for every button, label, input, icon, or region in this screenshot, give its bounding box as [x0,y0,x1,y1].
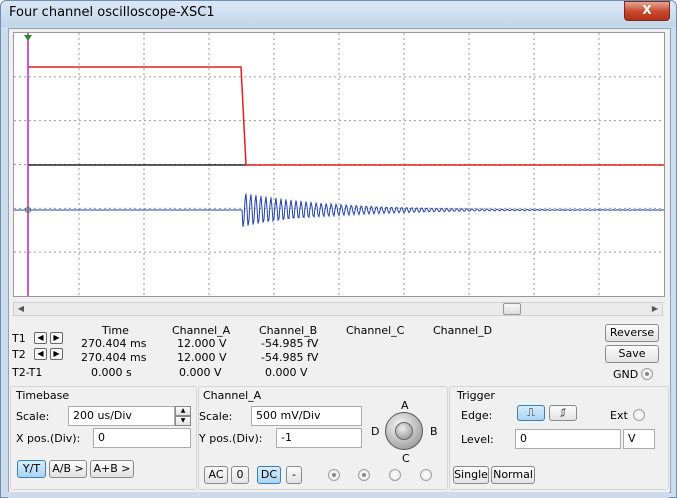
channel-radio-4[interactable] [420,469,432,481]
gnd-radio[interactable] [641,368,653,380]
t1-channel-b: -54.985 fV [261,337,319,350]
gnd-label: GND [613,368,639,381]
channel-ypos-input[interactable]: -1 [276,428,362,448]
trigger-edge-label: Edge: [461,409,493,422]
t2-right-icon[interactable]: ▶ [50,348,63,360]
cursor-readout: T1 ◀ ▶ T2 ◀ ▶ T2-T1 Time Channel_A Chann… [9,321,670,383]
reverse-button[interactable]: Reverse [605,324,659,342]
trigger-level-label: Level: [461,433,494,446]
t2-label: T2 [12,348,26,361]
channel-radio-3[interactable] [389,469,401,481]
timebase-title: Timebase [16,389,70,402]
channel-scale-label: Scale: [199,410,233,423]
title-bar[interactable]: Four channel oscilloscope-XSC1 X [1,1,676,27]
scale-down-icon[interactable]: ▼ [175,416,191,426]
coupling-zero-button[interactable]: 0 [231,466,249,484]
trigger-ext-radio[interactable] [633,409,645,421]
client-area: ◀ ▶ T1 ◀ ▶ T2 ◀ ▶ T2-T1 Time Channel_A C… [8,28,671,493]
header-channel-b: Channel_B [259,324,318,337]
oscilloscope-window: Four channel oscilloscope-XSC1 X ◀ ▶ T1 … [0,0,677,498]
t1-label: T1 [12,332,26,345]
channel-ypos-label: Y pos.(Div): [199,432,263,445]
save-button[interactable]: Save [605,345,659,363]
status-bar [8,492,669,498]
diff-label: T2-T1 [12,366,43,379]
channel-radio-1[interactable] [328,469,340,481]
trace-channel-a [28,66,664,166]
channel-title: Channel_A [203,389,262,402]
channel-scale-input[interactable]: 500 mV/Div [251,406,362,426]
normal-button[interactable]: Normal [491,466,535,484]
scope-graph [14,33,664,296]
close-button[interactable]: X [624,1,670,21]
coupling-dc-button[interactable]: DC [257,466,281,484]
t1-right-icon[interactable]: ▶ [50,332,63,344]
diff-channel-b: 0.000 V [265,366,308,379]
timebase-scale-label: Scale: [16,410,50,423]
t2-left-icon[interactable]: ◀ [34,348,47,360]
falling-edge-icon[interactable]: ⎎ [549,405,577,421]
header-channel-c: Channel_C [346,324,405,337]
timebase-scale-input[interactable]: 200 us/Div [68,406,175,426]
knob-label-c: C [402,452,410,465]
diff-time: 0.000 s [91,366,132,379]
rising-edge-icon[interactable]: ⎍ [517,405,545,421]
mode-ab-button[interactable]: A/B > [49,460,87,478]
trigger-level-unit[interactable]: V [623,429,655,449]
mode-apb-button[interactable]: A+B > [90,460,134,478]
cursor-t1-marker[interactable] [24,35,32,41]
single-button[interactable]: Single [453,466,489,484]
coupling-ac-button[interactable]: AC [204,466,228,484]
t1-left-icon[interactable]: ◀ [34,332,47,344]
timebase-xpos-input[interactable]: 0 [93,428,191,448]
mode-yt-button[interactable]: Y/T [17,460,46,478]
t1-channel-a: 12.000 V [177,337,227,350]
trigger-title: Trigger [457,389,495,402]
knob-label-d: D [371,425,380,438]
t1-time: 270.404 ms [81,337,147,350]
window-title: Four channel oscilloscope-XSC1 [9,5,215,20]
channel-radio-2[interactable] [358,469,370,481]
scroll-thumb[interactable] [503,303,521,315]
scroll-right-icon[interactable]: ▶ [648,303,662,315]
scale-up-icon[interactable]: ▲ [175,406,191,416]
t2-time: 270.404 ms [81,351,147,364]
scroll-left-icon[interactable]: ◀ [14,303,28,315]
knob-label-b: B [430,425,438,438]
invert-button[interactable]: - [286,466,302,484]
t2-channel-b: -54.985 fV [261,351,319,364]
knob-label-a: A [401,399,409,412]
diff-channel-a: 0.000 V [179,366,222,379]
trigger-level-input[interactable]: 0 [515,429,621,449]
channel-selector-knob[interactable] [385,412,423,450]
header-channel-a: Channel_A [172,324,231,337]
timebase-xpos-label: X pos.(Div): [16,432,81,445]
trigger-ext-label: Ext [610,409,628,422]
t2-channel-a: 12.000 V [177,351,227,364]
horizontal-scrollbar[interactable]: ◀ ▶ [13,302,663,316]
scope-display [13,32,665,297]
header-time: Time [102,324,129,337]
header-channel-d: Channel_D [433,324,493,337]
